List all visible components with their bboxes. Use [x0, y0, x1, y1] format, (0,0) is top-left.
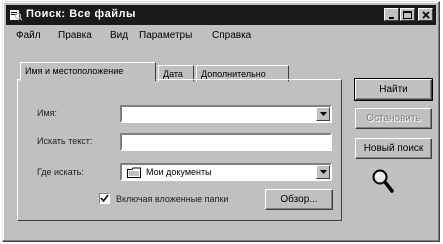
browse-button[interactable]: Обзор...	[265, 189, 333, 210]
new-search-button[interactable]: Новый поиск	[355, 138, 432, 159]
chevron-down-icon	[319, 112, 327, 116]
stop-button[interactable]: Остановить	[355, 108, 432, 129]
where-value: Мои документы	[146, 167, 212, 177]
magnifier-icon	[372, 169, 394, 193]
close-icon	[421, 10, 430, 19]
new-search-label: Новый поиск	[363, 143, 424, 154]
where-combobox[interactable]: Мои документы	[120, 163, 332, 181]
window-title: Поиск: Все файлы	[26, 8, 136, 20]
minimize-icon	[388, 16, 394, 19]
name-label: Имя:	[37, 108, 58, 118]
menu-options[interactable]: Параметры	[139, 30, 192, 41]
menu-file[interactable]: Файл	[16, 30, 41, 41]
find-window: Поиск: Все файлы Файл Правка Вид Парамет…	[2, 1, 440, 242]
browse-label: Обзор...	[280, 194, 318, 205]
stop-label: Остановить	[366, 113, 421, 124]
tab-name-location-label: Имя и местоположение	[25, 66, 124, 76]
folder-icon	[127, 167, 141, 178]
text-input[interactable]	[120, 133, 332, 151]
maximize-button[interactable]	[400, 8, 415, 21]
menu-edit[interactable]: Правка	[58, 30, 92, 41]
tab-advanced-label: Дополнительно	[201, 69, 266, 79]
find-label: Найти	[379, 84, 408, 95]
subfolders-label: Включая вложенные папки	[116, 194, 229, 204]
chevron-down-icon	[319, 170, 327, 174]
subfolders-checkbox[interactable]	[99, 193, 110, 204]
minimize-button[interactable]	[384, 8, 399, 21]
maximize-icon	[403, 10, 412, 19]
where-label: Где искать:	[37, 167, 84, 177]
text-label: Искать текст:	[37, 136, 93, 146]
find-button[interactable]: Найти	[354, 78, 433, 101]
name-dropdown-button[interactable]	[316, 107, 330, 121]
search-window-icon	[10, 10, 22, 21]
name-combobox[interactable]	[120, 105, 332, 123]
menu-view[interactable]: Вид	[110, 30, 128, 41]
tab-date-label: Дата	[163, 69, 183, 79]
tab-name-location[interactable]: Имя и местоположение	[20, 62, 156, 81]
title-bar[interactable]: Поиск: Все файлы	[6, 5, 436, 25]
menu-bar: Файл Правка Вид Параметры Справка	[6, 28, 436, 44]
close-button[interactable]	[418, 8, 433, 21]
checkmark-icon	[100, 194, 109, 203]
where-dropdown-button[interactable]	[316, 165, 330, 179]
menu-help[interactable]: Справка	[212, 30, 251, 41]
